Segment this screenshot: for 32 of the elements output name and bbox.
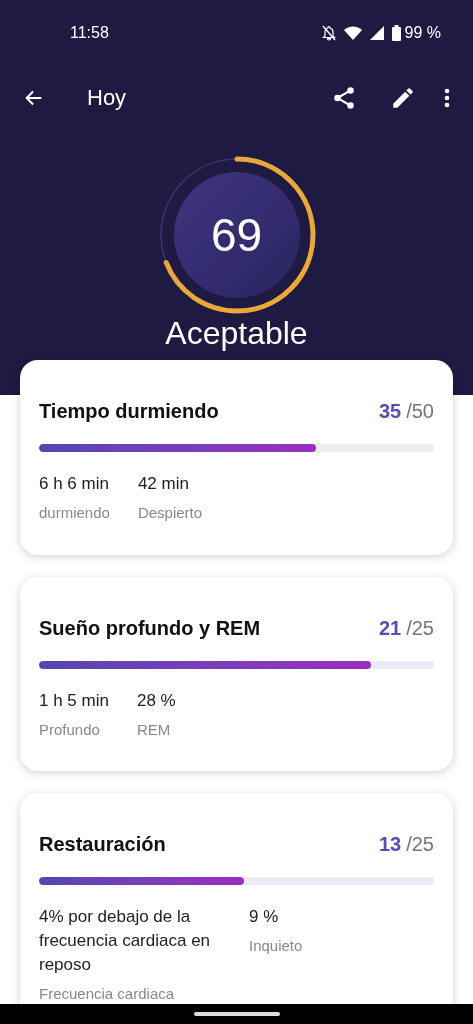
card-max: /25 bbox=[406, 832, 434, 857]
card-score: 13 bbox=[378, 832, 402, 857]
stat-value: 1 h 5 min bbox=[39, 689, 109, 712]
card-title: Tiempo durmiendo bbox=[39, 399, 219, 424]
stat-value: 28 % bbox=[136, 689, 176, 712]
share-button[interactable] bbox=[331, 84, 357, 111]
stat-label: durmiendo bbox=[39, 503, 110, 523]
score-rating: Aceptable bbox=[165, 315, 308, 351]
score-value: 69 bbox=[210, 212, 263, 258]
stat-label: Inquieto bbox=[249, 936, 303, 956]
stat-value: 6 h 6 min bbox=[39, 473, 110, 495]
page-title: Hoy bbox=[87, 84, 128, 112]
stat-label: Profundo bbox=[39, 719, 101, 740]
signal-icon bbox=[369, 25, 384, 40]
status-time: 11:58 bbox=[70, 22, 109, 43]
bell-off-icon bbox=[321, 24, 336, 41]
stat-value: 9 % bbox=[249, 906, 280, 928]
wifi-icon bbox=[343, 25, 362, 40]
battery-level: 99 % bbox=[404, 22, 441, 43]
card-title: Restauración bbox=[39, 832, 166, 857]
stat-label: Despierto bbox=[137, 503, 203, 523]
stat-value: 4% por debajo de la frecuencia cardiaca en reposo bbox=[39, 906, 212, 976]
card-max: /50 bbox=[406, 399, 434, 424]
card-title: Sueño profundo y REM bbox=[39, 615, 261, 641]
home-indicator[interactable] bbox=[193, 1012, 280, 1016]
battery-icon bbox=[391, 24, 401, 41]
stat-label: Frecuencia cardiaca bbox=[39, 984, 176, 1004]
card-score: 35 bbox=[378, 399, 402, 424]
card-score: 21 bbox=[378, 615, 402, 641]
stat-value: 42 min bbox=[137, 473, 190, 495]
stat-label: REM bbox=[136, 719, 172, 740]
card-max: /25 bbox=[406, 615, 434, 641]
